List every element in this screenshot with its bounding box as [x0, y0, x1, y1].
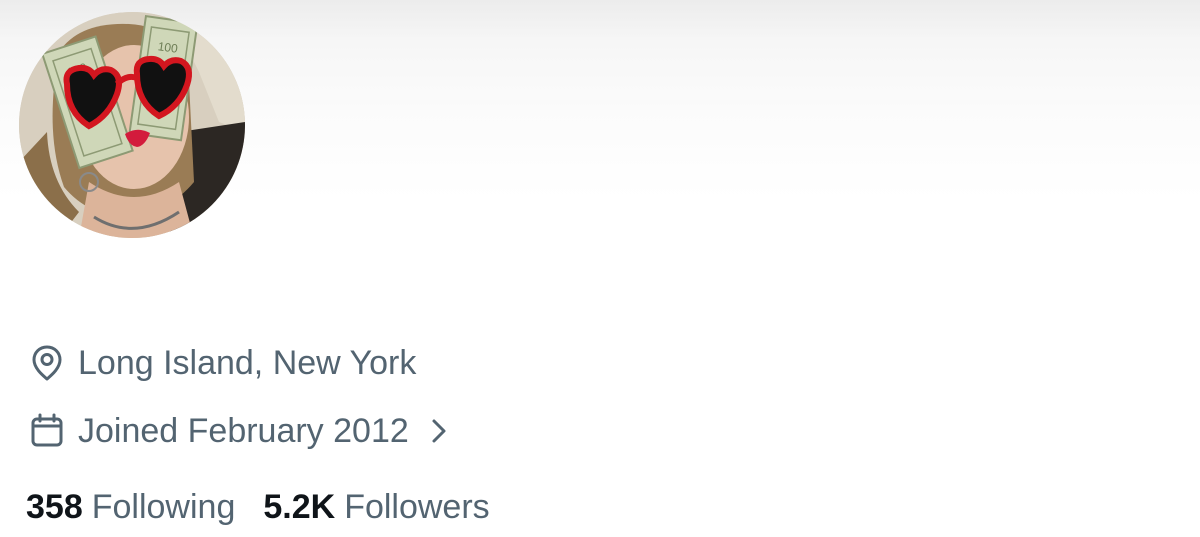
profile-location: Long Island, New York — [28, 343, 416, 383]
avatar[interactable]: 100 100 — [19, 12, 245, 238]
avatar-image: 100 100 — [19, 12, 245, 238]
following-link[interactable]: 358 Following — [26, 487, 235, 527]
followers-count: 5.2K — [263, 488, 336, 526]
calendar-icon — [28, 411, 66, 451]
profile-joined-date[interactable]: Joined February 2012 — [28, 411, 451, 451]
profile-header: 100 100 Long Island, New York — [0, 0, 1200, 537]
joined-text: Joined February 2012 — [78, 412, 409, 450]
location-text: Long Island, New York — [78, 344, 417, 382]
chevron-right-icon[interactable] — [431, 411, 451, 451]
following-label: Following — [91, 488, 236, 526]
followers-link[interactable]: 5.2K Followers — [263, 487, 489, 527]
profile-stats: 358 Following 5.2K Followers — [26, 487, 518, 527]
followers-label: Followers — [344, 488, 490, 526]
location-pin-icon — [28, 343, 66, 383]
svg-text:100: 100 — [157, 39, 179, 56]
following-count: 358 — [26, 488, 83, 526]
